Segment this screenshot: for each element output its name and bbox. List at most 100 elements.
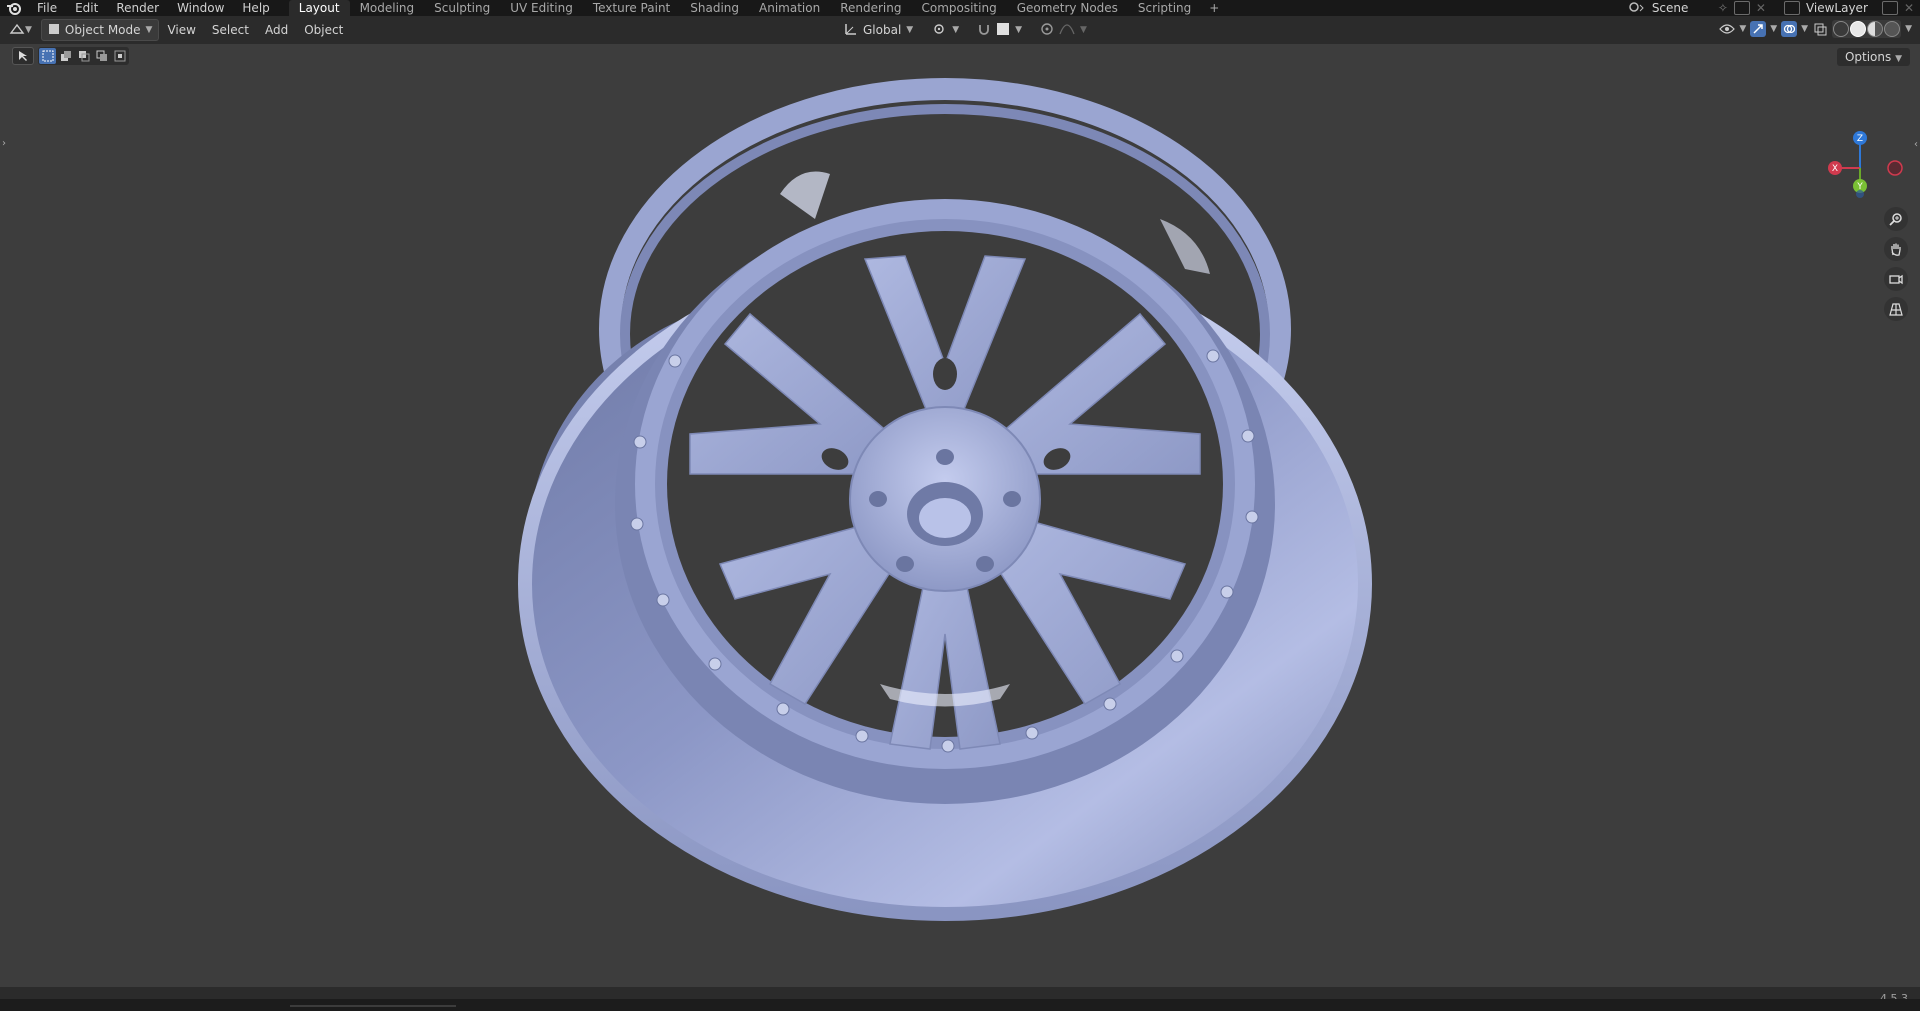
editor-type-button[interactable]: ▼ — [4, 20, 37, 40]
menu-select[interactable]: Select — [204, 23, 257, 37]
navigation-tools — [1884, 207, 1908, 321]
scene-icon — [1628, 1, 1646, 16]
editor-type-icon — [9, 22, 25, 39]
tab-texture-paint[interactable]: Texture Paint — [583, 0, 680, 16]
navigation-gizmo[interactable]: Z X Y — [1815, 128, 1905, 208]
material-preview-shading-icon[interactable] — [1867, 21, 1884, 37]
rendered-shading-icon[interactable] — [1884, 21, 1901, 37]
menu-file[interactable]: File — [28, 0, 66, 16]
menu-window[interactable]: Window — [168, 0, 233, 16]
chevron-down-icon: ▼ — [1895, 54, 1902, 64]
magnet-icon[interactable] — [977, 22, 991, 39]
zoom-icon[interactable] — [1884, 207, 1908, 231]
workspace-tabs: Layout Modeling Sculpting UV Editing Tex… — [288, 0, 1228, 16]
chevron-down-icon: ▼ — [1739, 24, 1747, 34]
orientation-icon — [844, 22, 858, 39]
select-new-icon[interactable] — [39, 48, 56, 64]
gizmo-x-label: X — [1832, 164, 1838, 174]
orientation-label: Global — [863, 23, 902, 37]
pin-icon[interactable]: ✧ — [1718, 1, 1728, 15]
menu-view[interactable]: View — [159, 23, 203, 37]
select-tool-button[interactable] — [12, 47, 34, 65]
select-extend-icon[interactable] — [57, 48, 74, 64]
tab-modeling[interactable]: Modeling — [350, 0, 425, 16]
pivot-icon — [931, 22, 947, 39]
viewlayer-selector[interactable]: ViewLayer ✕ — [1778, 1, 1920, 15]
menu-edit[interactable]: Edit — [66, 0, 107, 16]
menu-render[interactable]: Render — [107, 0, 168, 16]
pivot-select[interactable]: ▼ — [925, 20, 965, 40]
tab-uv-editing[interactable]: UV Editing — [500, 0, 583, 16]
object-mode-select[interactable]: Object Mode ▼ — [40, 19, 160, 41]
close-viewlayer-icon[interactable]: ✕ — [1904, 1, 1914, 15]
tab-sculpting[interactable]: Sculpting — [424, 0, 500, 16]
shading-mode-group — [1832, 20, 1902, 38]
select-subtract-icon[interactable] — [75, 48, 92, 64]
selection-mode-group — [38, 47, 129, 65]
tab-geometry-nodes[interactable]: Geometry Nodes — [1007, 0, 1128, 16]
menu-object[interactable]: Object — [296, 23, 351, 37]
options-dropdown[interactable]: Options ▼ — [1836, 48, 1910, 66]
chevron-down-icon: ▼ — [1015, 25, 1023, 35]
gizmo-neg-x-axis[interactable] — [1887, 160, 1903, 176]
perspective-toggle-icon[interactable] — [1884, 297, 1908, 321]
chevron-down-icon: ▼ — [952, 25, 960, 35]
scene-name[interactable]: Scene — [1652, 1, 1712, 15]
select-intersect-icon[interactable] — [111, 48, 128, 64]
tab-rendering[interactable]: Rendering — [830, 0, 911, 16]
sidebar-expand-icon[interactable]: ‹ — [1914, 139, 1918, 150]
bottom-strip — [0, 999, 1920, 1011]
transform-controls: Global ▼ ▼ ▼ ▼ — [838, 20, 1093, 40]
solid-shading-icon[interactable] — [1850, 21, 1867, 37]
object-mode-label: Object Mode — [64, 23, 141, 37]
viewlayer-name[interactable]: ViewLayer — [1806, 1, 1876, 15]
chevron-down-icon: ▼ — [1801, 24, 1809, 34]
xray-toggle-icon[interactable] — [1812, 21, 1828, 37]
toolbar-expand-icon[interactable]: › — [2, 138, 6, 149]
orientation-select[interactable]: Global ▼ — [838, 20, 919, 40]
viewport-header: ▼ Object Mode ▼ View Select Add Object G… — [0, 16, 1920, 44]
tab-layout[interactable]: Layout — [288, 0, 350, 16]
tab-animation[interactable]: Animation — [749, 0, 830, 16]
topbar-right: Scene ✧ ✕ ViewLayer ✕ — [1622, 0, 1920, 16]
snap-controls[interactable]: ▼ — [971, 20, 1028, 40]
tab-compositing[interactable]: Compositing — [911, 0, 1006, 16]
blender-logo-icon[interactable] — [0, 0, 28, 16]
top-menu-bar: File Edit Render Window Help Layout Mode… — [0, 0, 1920, 16]
chevron-down-icon: ▼ — [906, 25, 914, 35]
falloff-icon[interactable] — [1059, 22, 1075, 39]
object-mode-icon — [48, 23, 60, 38]
select-invert-icon[interactable] — [93, 48, 110, 64]
3d-viewport[interactable]: › ‹ Z X Y — [0, 44, 1920, 987]
wheel-model — [518, 78, 1372, 921]
new-scene-icon[interactable] — [1733, 1, 1750, 15]
gizmo-z-label: Z — [1857, 134, 1863, 144]
options-label: Options — [1844, 50, 1892, 64]
chevron-down-icon: ▼ — [1905, 24, 1912, 34]
tab-scripting[interactable]: Scripting — [1128, 0, 1201, 16]
new-viewlayer-icon[interactable] — [1881, 1, 1898, 15]
overlays-toggle-icon[interactable] — [1781, 21, 1798, 37]
scene-selector[interactable]: Scene ✧ ✕ — [1622, 1, 1772, 16]
tab-shading[interactable]: Shading — [680, 0, 749, 16]
gizmo-neg-z-axis[interactable] — [1856, 190, 1864, 198]
viewport-display-controls: ▼ ▼ ▼ ▼ — [1719, 20, 1912, 38]
snap-target-icon[interactable] — [996, 22, 1010, 39]
wireframe-shading-icon[interactable] — [1833, 21, 1850, 37]
gizmo-toggle-icon[interactable] — [1750, 21, 1767, 37]
menu-help[interactable]: Help — [233, 0, 278, 16]
tool-settings-row — [12, 47, 129, 65]
cursor-icon — [19, 51, 27, 61]
menu-add[interactable]: Add — [257, 23, 296, 37]
proportional-edit-icon[interactable] — [1040, 22, 1054, 39]
chevron-down-icon: ▼ — [1770, 24, 1778, 34]
chevron-down-icon: ▼ — [1080, 25, 1087, 35]
camera-view-icon[interactable] — [1884, 267, 1908, 291]
add-workspace-button[interactable]: + — [1201, 0, 1227, 16]
chevron-down-icon: ▼ — [25, 25, 32, 35]
viewlayer-icon — [1783, 1, 1800, 15]
pan-hand-icon[interactable] — [1884, 237, 1908, 261]
proportional-edit-controls[interactable]: ▼ — [1034, 20, 1093, 40]
close-scene-icon[interactable]: ✕ — [1756, 1, 1766, 15]
visibility-icon[interactable] — [1719, 21, 1736, 37]
